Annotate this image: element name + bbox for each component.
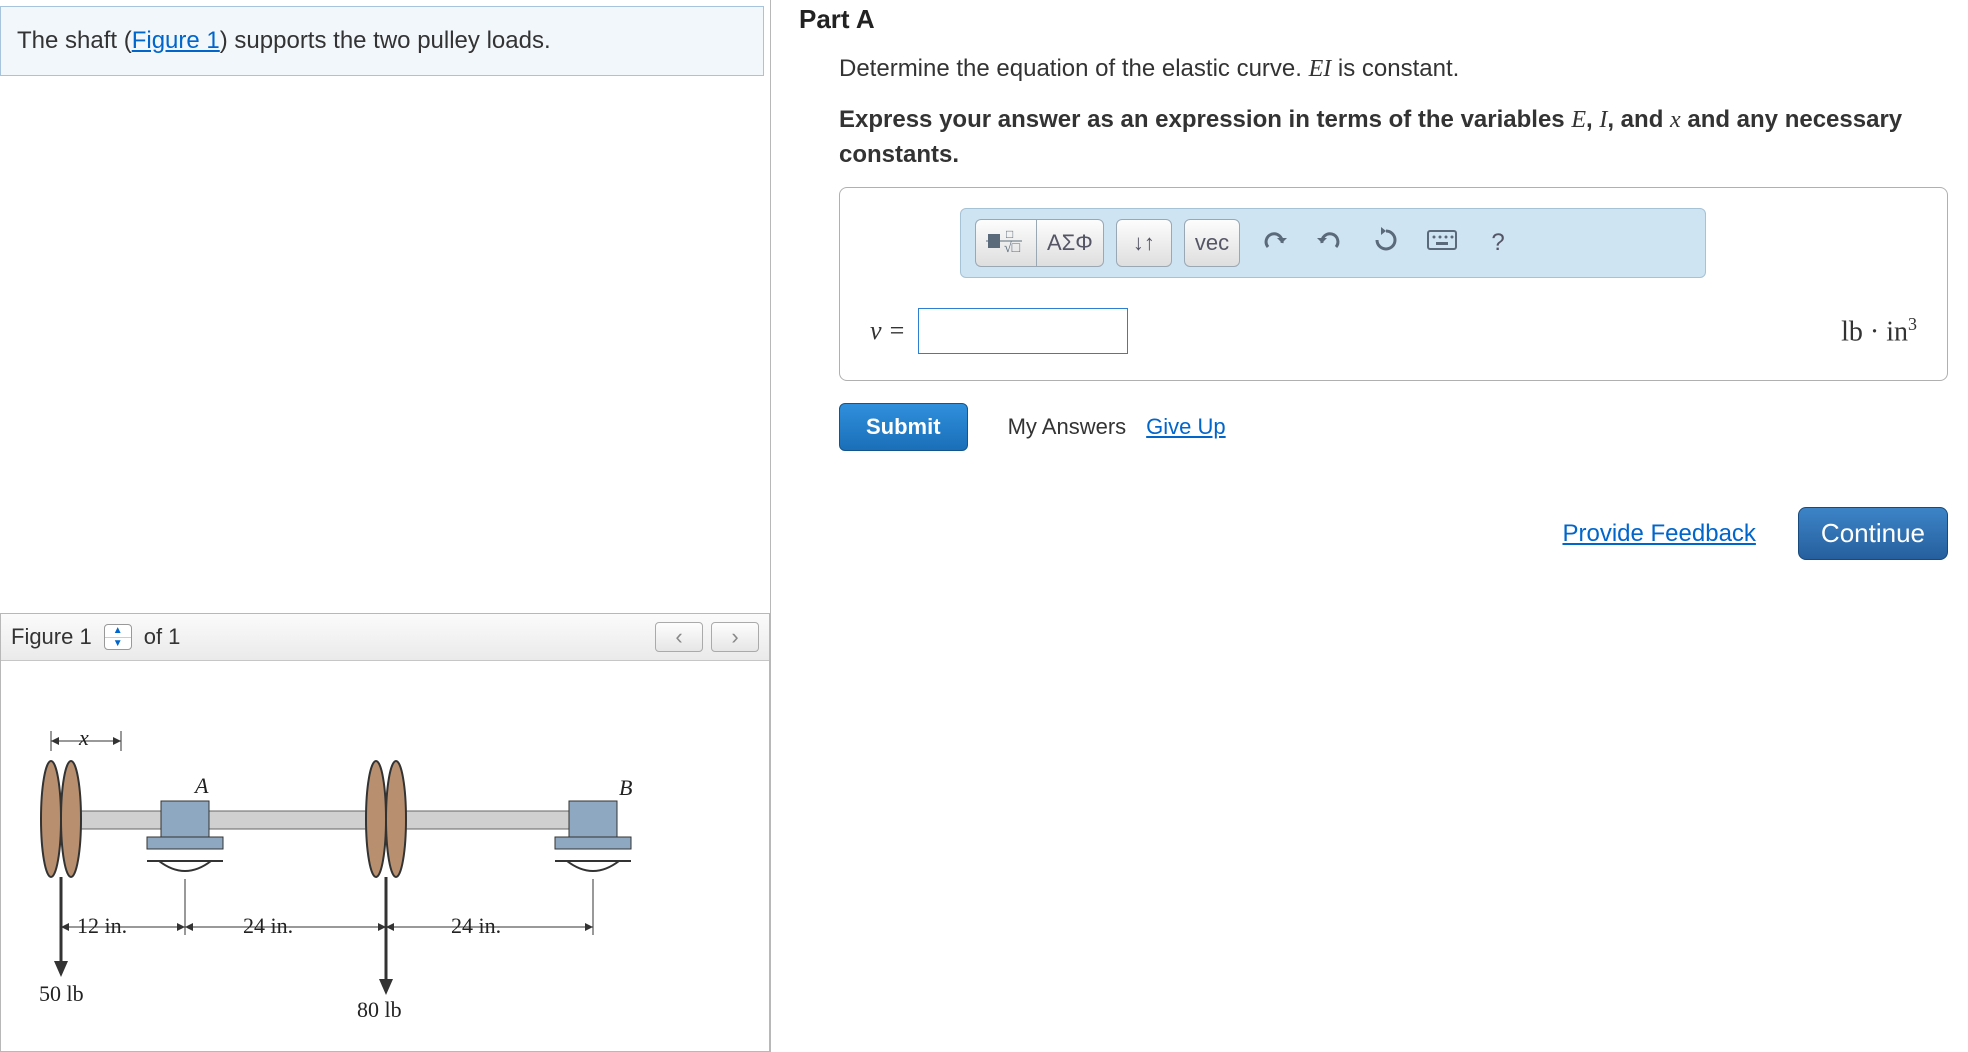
continue-button[interactable]: Continue [1798, 507, 1948, 560]
load-50lb: 50 lb [39, 981, 84, 1007]
vec-label: vec [1195, 230, 1229, 256]
unit-label: lb · in3 [1841, 314, 1917, 348]
figure-link[interactable]: Figure 1 [132, 27, 220, 54]
figure-panel: Figure 1 ▲ ▼ of 1 ‹ › [0, 613, 770, 1052]
load-80lb: 80 lb [357, 997, 402, 1023]
help-icon: ? [1491, 229, 1504, 257]
updown-button[interactable]: ↓↑ [1116, 219, 1172, 267]
figure-body: x A B 12 in. 24 in. 24 in. 50 lb 80 lb [1, 661, 769, 1051]
figure-of-label: of 1 [144, 624, 181, 650]
give-up-link[interactable]: Give Up [1146, 414, 1225, 439]
undo-button[interactable] [1252, 221, 1296, 265]
label-x: x [79, 725, 89, 751]
chevron-up-icon[interactable]: ▲ [105, 625, 131, 638]
v-equals-label: v = [870, 316, 906, 346]
problem-text-suffix: ) supports the two pulley loads. [220, 27, 551, 54]
label-A: A [195, 773, 208, 799]
my-answers-label: My Answers [1008, 414, 1127, 439]
var-E: E [1571, 107, 1586, 133]
figure-stepper[interactable]: ▲ ▼ [104, 624, 132, 650]
greek-button[interactable]: ΑΣΦ [1036, 219, 1104, 267]
dim-24in-2: 24 in. [451, 913, 501, 939]
problem-statement: The shaft (Figure 1) supports the two pu… [0, 6, 764, 76]
figure-prev-button[interactable]: ‹ [655, 622, 703, 652]
help-button[interactable]: ? [1476, 221, 1520, 265]
feedback-link[interactable]: Provide Feedback [1562, 520, 1755, 548]
submit-button[interactable]: Submit [839, 403, 968, 451]
express-instruction: Express your answer as an expression in … [839, 103, 1948, 171]
vec-button[interactable]: vec [1184, 219, 1240, 267]
redo-icon [1316, 229, 1344, 258]
template-button[interactable]: □ √□ [975, 219, 1036, 267]
chevron-right-icon: › [731, 624, 738, 650]
ei-var: EI [1309, 56, 1332, 82]
figure-next-button[interactable]: › [711, 622, 759, 652]
label-B: B [619, 775, 632, 801]
figure-diagram: x A B 12 in. 24 in. 24 in. 50 lb 80 lb [21, 691, 641, 1021]
dim-12in: 12 in. [77, 913, 127, 939]
var-x: x [1670, 107, 1681, 133]
chevron-left-icon: ‹ [675, 624, 682, 650]
undo-icon [1260, 229, 1288, 258]
answer-input[interactable] [918, 308, 1128, 354]
instruction: Determine the equation of the elastic cu… [839, 55, 1948, 83]
template-icon: □ √□ [986, 226, 1026, 260]
chevron-down-icon[interactable]: ▼ [105, 638, 131, 650]
keyboard-icon [1427, 229, 1457, 257]
problem-text-prefix: The shaft ( [17, 27, 132, 54]
reset-button[interactable] [1364, 221, 1408, 265]
keyboard-button[interactable] [1420, 221, 1464, 265]
updown-icon: ↓↑ [1133, 230, 1155, 256]
answer-box: □ √□ ΑΣΦ ↓↑ vec [839, 187, 1948, 381]
redo-button[interactable] [1308, 221, 1352, 265]
svg-text:□: □ [1006, 227, 1013, 241]
dim-24in-1: 24 in. [243, 913, 293, 939]
reset-icon [1373, 227, 1399, 260]
svg-text:√□: √□ [1004, 241, 1021, 254]
figure-header: Figure 1 ▲ ▼ of 1 ‹ › [1, 614, 769, 661]
part-title: Part A [799, 0, 1948, 55]
equation-toolbar: □ √□ ΑΣΦ ↓↑ vec [960, 208, 1706, 278]
figure-title: Figure 1 [11, 624, 92, 650]
greek-icon: ΑΣΦ [1047, 230, 1093, 256]
